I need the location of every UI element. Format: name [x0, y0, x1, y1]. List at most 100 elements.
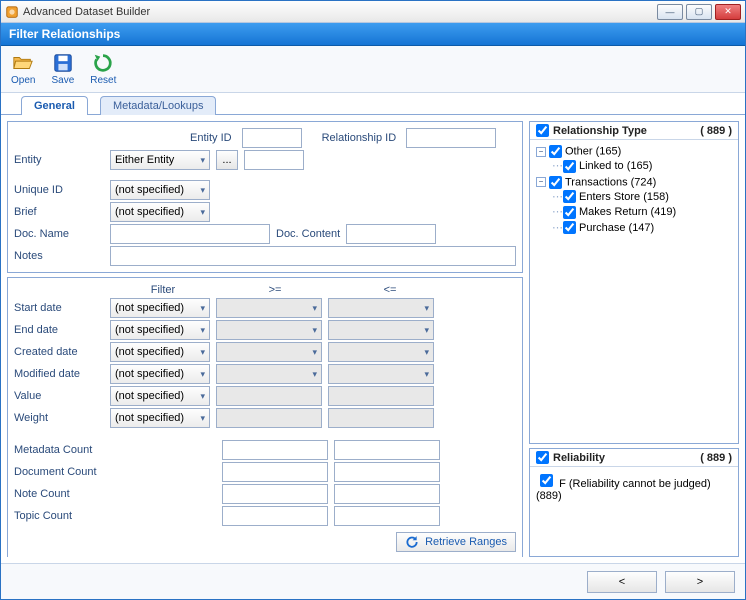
notes-input[interactable]: [110, 246, 516, 266]
modified-date-gte[interactable]: ▾: [216, 364, 322, 384]
maximize-button[interactable]: ▢: [686, 4, 712, 20]
value-filter-select[interactable]: (not specified)▾: [110, 386, 210, 406]
save-icon: [52, 52, 74, 74]
created-date-label: Created date: [14, 346, 104, 358]
app-icon: [5, 5, 19, 19]
start-date-label: Start date: [14, 302, 104, 314]
entity-panel: Entity ID Relationship ID Entity Either …: [7, 121, 523, 273]
end-date-filter-select[interactable]: (not specified)▾: [110, 320, 210, 340]
weight-gte[interactable]: [216, 408, 322, 428]
tab-strip: General Metadata/Lookups: [1, 95, 745, 115]
note-count-label: Note Count: [14, 488, 110, 500]
tree-node-linked-to[interactable]: ⋯Linked to (165): [552, 158, 732, 174]
start-date-filter-select[interactable]: (not specified)▾: [110, 298, 210, 318]
folder-open-icon: [12, 52, 34, 74]
titlebar: Advanced Dataset Builder — ▢ ✕: [1, 1, 745, 23]
end-date-label: End date: [14, 324, 104, 336]
collapse-icon[interactable]: −: [536, 147, 546, 157]
lte-col-header: <=: [334, 284, 446, 296]
created-date-lte[interactable]: ▾: [328, 342, 434, 362]
minimize-button[interactable]: —: [657, 4, 683, 20]
entity-id-input[interactable]: [242, 128, 302, 148]
note-count-gte[interactable]: [222, 484, 328, 504]
window-title: Advanced Dataset Builder: [23, 6, 657, 18]
chevron-down-icon: ▾: [200, 155, 205, 166]
modified-date-label: Modified date: [14, 368, 104, 380]
tree-node-purchase[interactable]: ⋯Purchase (147): [552, 220, 732, 236]
note-count-lte[interactable]: [334, 484, 440, 504]
end-date-gte[interactable]: ▾: [216, 320, 322, 340]
doc-name-label: Doc. Name: [14, 228, 104, 240]
metadata-count-lte[interactable]: [334, 440, 440, 460]
brief-select[interactable]: (not specified)▾: [110, 202, 210, 222]
relationship-type-checkbox[interactable]: [536, 124, 549, 137]
document-count-gte[interactable]: [222, 462, 328, 482]
app-window: { "window": { "title": "Advanced Dataset…: [0, 0, 746, 600]
next-button[interactable]: >: [665, 571, 735, 593]
footer: < >: [1, 563, 745, 599]
entity-value-input[interactable]: [244, 150, 304, 170]
tab-general[interactable]: General: [21, 96, 88, 115]
doc-content-input[interactable]: [346, 224, 436, 244]
start-date-lte[interactable]: ▾: [328, 298, 434, 318]
tree-check-makes-return[interactable]: [563, 206, 576, 219]
prev-button[interactable]: <: [587, 571, 657, 593]
end-date-lte[interactable]: ▾: [328, 320, 434, 340]
topic-count-lte[interactable]: [334, 506, 440, 526]
tree-check-enters-store[interactable]: [563, 190, 576, 203]
value-gte[interactable]: [216, 386, 322, 406]
reset-button[interactable]: Reset: [88, 50, 118, 88]
start-date-gte[interactable]: ▾: [216, 298, 322, 318]
metadata-count-label: Metadata Count: [14, 444, 110, 456]
reliability-item[interactable]: F (Reliability cannot be judged) (889): [536, 471, 732, 502]
weight-lte[interactable]: [328, 408, 434, 428]
tree-check-linked-to[interactable]: [563, 160, 576, 173]
refresh-icon: [405, 535, 419, 549]
open-button[interactable]: Open: [9, 50, 37, 88]
entity-label: Entity: [14, 154, 104, 166]
reliability-checkbox[interactable]: [536, 451, 549, 464]
brief-label: Brief: [14, 206, 104, 218]
tree-node-enters-store[interactable]: ⋯Enters Store (158): [552, 189, 732, 205]
reset-icon: [92, 52, 114, 74]
entity-select[interactable]: Either Entity▾: [110, 150, 210, 170]
weight-filter-select[interactable]: (not specified)▾: [110, 408, 210, 428]
reliability-item-checkbox[interactable]: [540, 474, 553, 487]
relationship-type-tree: −Other (165) ⋯Linked to (165) −Transacti…: [536, 144, 732, 236]
tree-node-makes-return[interactable]: ⋯Makes Return (419): [552, 204, 732, 220]
created-date-gte[interactable]: ▾: [216, 342, 322, 362]
reliability-header: Reliability: [553, 452, 605, 464]
right-column: Relationship Type ( 889 ) −Other (165) ⋯…: [529, 121, 739, 557]
modified-date-filter-select[interactable]: (not specified)▾: [110, 364, 210, 384]
collapse-icon[interactable]: −: [536, 177, 546, 187]
value-lte[interactable]: [328, 386, 434, 406]
relationship-type-panel: Relationship Type ( 889 ) −Other (165) ⋯…: [529, 121, 739, 444]
topic-count-gte[interactable]: [222, 506, 328, 526]
reliability-count: ( 889 ): [700, 452, 732, 464]
left-column: Entity ID Relationship ID Entity Either …: [7, 121, 523, 557]
filter-panel: Filter >= <= Start date (not specified)▾…: [7, 277, 523, 557]
save-button[interactable]: Save: [49, 50, 76, 88]
tree-node-other[interactable]: −Other (165) ⋯Linked to (165): [536, 144, 732, 175]
tree-check-purchase[interactable]: [563, 221, 576, 234]
tab-metadata-lookups[interactable]: Metadata/Lookups: [100, 96, 217, 115]
doc-name-input[interactable]: [110, 224, 270, 244]
filter-col-header: Filter: [110, 284, 216, 296]
toolbar: Open Save Reset: [1, 46, 745, 93]
window-buttons: — ▢ ✕: [657, 4, 741, 20]
created-date-filter-select[interactable]: (not specified)▾: [110, 342, 210, 362]
entity-browse-button[interactable]: ...: [216, 150, 238, 170]
reliability-panel: Reliability ( 889 ) F (Reliability canno…: [529, 448, 739, 557]
modified-date-lte[interactable]: ▾: [328, 364, 434, 384]
tree-node-transactions[interactable]: −Transactions (724) ⋯Enters Store (158) …: [536, 175, 732, 237]
close-button[interactable]: ✕: [715, 4, 741, 20]
document-count-lte[interactable]: [334, 462, 440, 482]
tree-check-transactions[interactable]: [549, 176, 562, 189]
value-label: Value: [14, 390, 104, 402]
metadata-count-gte[interactable]: [222, 440, 328, 460]
doc-content-label: Doc. Content: [276, 228, 340, 240]
relationship-id-input[interactable]: [406, 128, 496, 148]
retrieve-ranges-button[interactable]: Retrieve Ranges: [396, 532, 516, 552]
unique-id-select[interactable]: (not specified)▾: [110, 180, 210, 200]
tree-check-other[interactable]: [549, 145, 562, 158]
